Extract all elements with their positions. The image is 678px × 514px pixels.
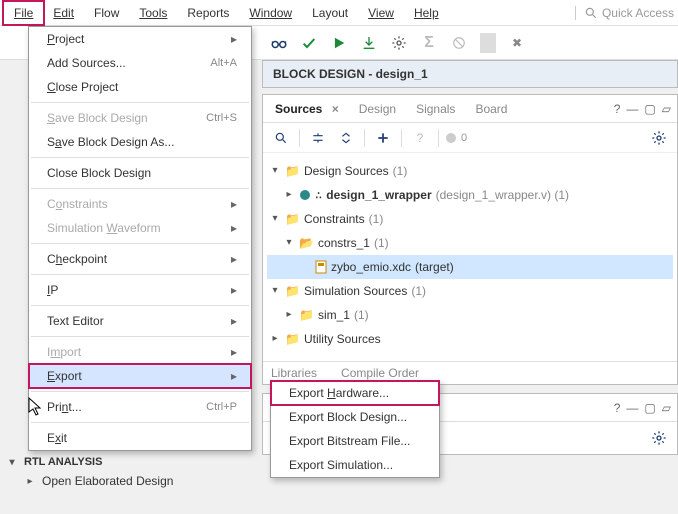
restore-icon[interactable]: ▢	[644, 102, 655, 116]
tree-xdc-file[interactable]: zybo_emio.xdc (target)	[267, 255, 673, 279]
cancel-icon[interactable]	[450, 34, 468, 52]
mi-close-project[interactable]: Close Project	[29, 75, 251, 99]
add-icon[interactable]	[371, 126, 395, 150]
help-icon[interactable]: ?	[614, 401, 621, 415]
mi-export-hardware[interactable]: Export Hardware...	[271, 381, 439, 405]
menu-layout[interactable]: Layout	[302, 2, 358, 24]
sigma-icon[interactable]: Σ	[420, 34, 438, 52]
mi-text-editor[interactable]: Text Editor▸	[29, 309, 251, 333]
search-icon[interactable]	[269, 126, 293, 150]
collapse-icon[interactable]	[306, 126, 330, 150]
menu-help[interactable]: Help	[404, 2, 449, 24]
mi-export[interactable]: Export▸	[29, 364, 251, 388]
menu-flow[interactable]: Flow	[84, 2, 129, 24]
mi-constraints: Constraints▸	[29, 192, 251, 216]
tab-sources[interactable]: Sources ×	[265, 97, 349, 121]
tree-sim1[interactable]: ▸ 📁 sim_1 (1)	[267, 303, 673, 327]
section-header: RTL ANALYSIS	[24, 456, 102, 468]
tree-constraints[interactable]: ▾ 📁 Constraints (1)	[267, 207, 673, 231]
chevron-right-icon[interactable]: ▸	[269, 328, 281, 350]
folder-icon: 📁	[285, 328, 300, 350]
message-count[interactable]: 0	[445, 132, 467, 144]
quick-access[interactable]: Quick Access	[575, 6, 674, 20]
close-icon[interactable]: ×	[332, 102, 339, 116]
mi-project[interactable]: PProjectroject▸	[29, 27, 251, 51]
mi-sim-waveform: Simulation Waveform▸	[29, 216, 251, 240]
tree-design-sources[interactable]: ▾ 📁 Design Sources (1)	[267, 159, 673, 183]
settings-gear-icon[interactable]	[647, 126, 671, 150]
mi-add-sources[interactable]: Add Sources...Alt+A	[29, 51, 251, 75]
restore-icon[interactable]: ▢	[644, 401, 655, 415]
subtab-libraries[interactable]: Libraries	[271, 366, 317, 380]
menu-view[interactable]: View	[358, 2, 404, 24]
sources-toolbar: ? 0	[263, 123, 677, 153]
folder-icon: 📁	[285, 160, 300, 182]
folder-open-icon: 📂	[299, 232, 314, 254]
tree-sim-sources[interactable]: ▾ 📁 Simulation Sources (1)	[267, 279, 673, 303]
folder-icon: 📁	[299, 304, 314, 326]
export-submenu: Export Hardware... Export Block Design..…	[270, 380, 440, 478]
expand-icon[interactable]	[334, 126, 358, 150]
menu-tools[interactable]: Tools	[129, 2, 177, 24]
menu-window[interactable]: Window	[239, 2, 302, 24]
mi-import: Import▸	[29, 340, 251, 364]
sources-panel: Sources × Design Signals Board ? — ▢ ▱ ?	[262, 94, 678, 385]
mi-print[interactable]: Print...Ctrl+P	[29, 395, 251, 419]
maximize-icon[interactable]: ▱	[662, 102, 671, 116]
open-elaborated-design[interactable]: ▸ Open Elaborated Design	[6, 468, 173, 488]
mi-exit[interactable]: Exit	[29, 426, 251, 450]
menu-edit[interactable]: Edit	[43, 2, 84, 24]
tab-signals[interactable]: Signals	[406, 97, 465, 121]
chevron-down-icon[interactable]: ▾	[269, 280, 281, 302]
chevron-down-icon[interactable]: ▾	[6, 457, 18, 468]
tab-design[interactable]: Design	[349, 97, 406, 121]
tree-utility[interactable]: ▸ 📁 Utility Sources	[267, 327, 673, 351]
mi-close-block[interactable]: Close Block Design	[29, 161, 251, 185]
chevron-down-icon[interactable]: ▾	[269, 208, 281, 230]
subtab-compile-order[interactable]: Compile Order	[341, 366, 419, 380]
chevron-right-icon[interactable]: ▸	[283, 304, 295, 326]
chevron-down-icon[interactable]: ▾	[269, 160, 281, 182]
constraint-file-icon	[315, 260, 327, 274]
chevron-down-icon[interactable]: ▾	[283, 232, 295, 254]
sources-tree: ▾ 📁 Design Sources (1) ▸ ∴ design_1_wrap…	[263, 153, 677, 361]
mi-save-block-as[interactable]: Save Block Design As...	[29, 130, 251, 154]
rtl-analysis-section: ▾ RTL ANALYSIS ▸ Open Elaborated Design	[6, 456, 173, 488]
minimize-icon[interactable]: —	[626, 401, 638, 415]
module-icon	[299, 189, 311, 201]
menu-reports[interactable]: Reports	[177, 2, 239, 24]
block-design-title: BLOCK DESIGN - design_1	[262, 60, 678, 88]
menu-file[interactable]: File	[4, 2, 43, 24]
menubar: File Edit Flow Tools Reports Window Layo…	[0, 0, 678, 26]
sources-tabs: Sources × Design Signals Board ? — ▢ ▱	[263, 95, 677, 123]
check-icon[interactable]	[300, 34, 318, 52]
folder-icon: 📁	[285, 208, 300, 230]
circle-icon	[445, 132, 457, 144]
mi-checkpoint[interactable]: Checkpoint▸	[29, 247, 251, 271]
search-icon	[584, 6, 598, 20]
run-icon[interactable]	[330, 34, 348, 52]
download-icon[interactable]	[360, 34, 378, 52]
folder-icon: 📁	[285, 280, 300, 302]
chevron-right-icon[interactable]: ▸	[24, 476, 36, 487]
mi-ip[interactable]: IP▸	[29, 278, 251, 302]
mi-save-block: Save Block DesignCtrl+S	[29, 106, 251, 130]
tab-board[interactable]: Board	[465, 97, 517, 121]
tree-constrs1[interactable]: ▾ 📂 constrs_1 (1)	[267, 231, 673, 255]
mi-export-simulation[interactable]: Export Simulation...	[271, 453, 439, 477]
help-small-icon[interactable]: ?	[408, 126, 432, 150]
tree-wrapper[interactable]: ▸ ∴ design_1_wrapper (design_1_wrapper.v…	[267, 183, 673, 207]
wand-icon[interactable]: ✖	[508, 34, 526, 52]
maximize-icon[interactable]: ▱	[662, 401, 671, 415]
minimize-icon[interactable]: —	[626, 102, 638, 116]
mi-export-block[interactable]: Export Block Design...	[271, 405, 439, 429]
file-menu: PProjectroject▸ Add Sources...Alt+A Clos…	[28, 26, 252, 451]
gear-icon[interactable]	[390, 34, 408, 52]
mi-export-bitstream[interactable]: Export Bitstream File...	[271, 429, 439, 453]
settings-gear-icon[interactable]	[647, 426, 671, 450]
help-icon[interactable]: ?	[614, 102, 621, 116]
glasses-icon[interactable]	[270, 34, 288, 52]
chevron-right-icon[interactable]: ▸	[283, 184, 295, 206]
